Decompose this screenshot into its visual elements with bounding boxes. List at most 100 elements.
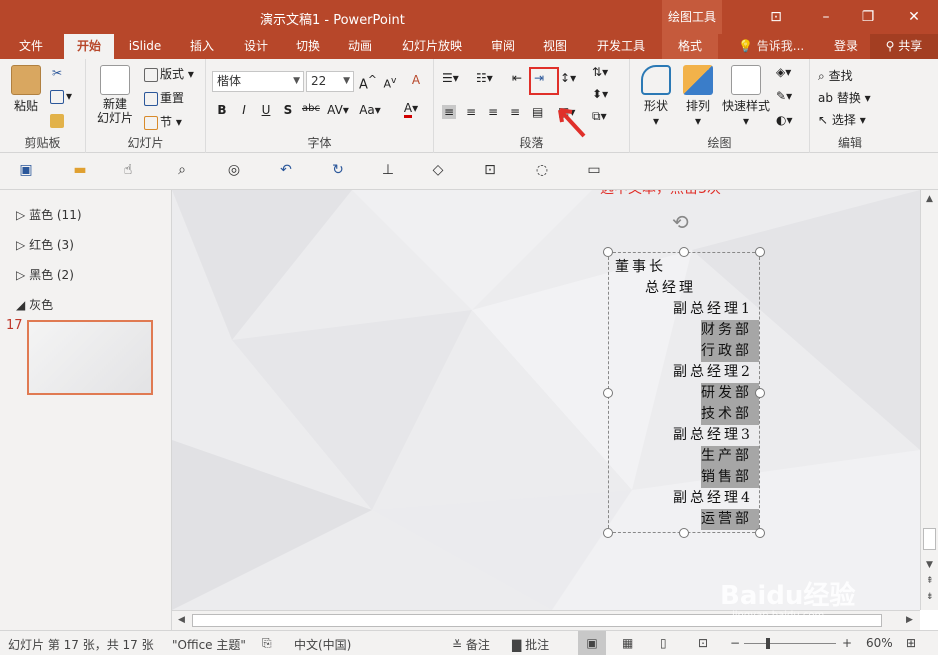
grow-font-button[interactable]: A^	[358, 73, 378, 92]
section-button[interactable]: 节 ▾	[144, 113, 182, 130]
tab-design[interactable]: 设计	[232, 34, 280, 59]
italic-button[interactable]: I	[234, 103, 254, 117]
org-chart-textbox[interactable]: 董事长 总经理 副总经理1 财务部 行政部 副总经理2 研发部 技术部 副总经理…	[608, 252, 760, 533]
tab-view[interactable]: 视图	[532, 34, 578, 59]
vertical-scrollbar[interactable]: ▲ ▼ ⇞ ⇟	[920, 190, 938, 610]
arrange-button[interactable]: 排列 ▾	[678, 65, 718, 128]
accessibility-icon[interactable]: ⎘	[262, 636, 272, 651]
scroll-down-icon[interactable]: ▼	[926, 560, 933, 570]
underline-button[interactable]: U	[256, 103, 276, 117]
resize-handle[interactable]	[755, 388, 765, 398]
normal-view-button[interactable]: ▣	[578, 631, 606, 655]
org-line-selected[interactable]: 行政部	[701, 341, 759, 362]
comments-button[interactable]: ▇ 批注	[512, 636, 549, 653]
tab-slideshow[interactable]: 幻灯片放映	[394, 34, 470, 59]
org-line[interactable]: 副总经理1	[673, 299, 753, 320]
align-right-button[interactable]: ≡	[488, 105, 498, 119]
previous-slide-icon[interactable]: ⇞	[926, 576, 934, 586]
section-blue[interactable]: ▷ 蓝色 (11)	[16, 206, 82, 223]
align-icon[interactable]: ⊥	[378, 162, 398, 182]
clear-formatting-button[interactable]: A	[406, 73, 426, 87]
zoom-slider[interactable]	[744, 643, 836, 644]
align-center-button[interactable]: ≡	[466, 105, 476, 119]
select-button[interactable]: ↖ 选择 ▾	[818, 111, 866, 128]
strikethrough-button[interactable]: abc	[298, 103, 324, 114]
touch-mode-icon[interactable]: ☝	[118, 162, 138, 182]
zoom-level[interactable]: 60%	[866, 636, 893, 650]
slide-thumbnail[interactable]	[27, 320, 153, 395]
tab-animations[interactable]: 动画	[336, 34, 384, 59]
numbering-button[interactable]: ☷▾	[476, 71, 493, 85]
font-color-button[interactable]: A▾	[398, 101, 424, 118]
fit-to-window-icon[interactable]: ⊞	[906, 636, 916, 650]
save-icon[interactable]: ▣	[16, 162, 36, 182]
quick-styles-button[interactable]: 快速样式 ▾	[718, 65, 774, 128]
reading-view-icon[interactable]: ▯	[660, 636, 667, 650]
present-icon[interactable]: ◎	[224, 162, 244, 182]
bullets-button[interactable]: ☰▾	[442, 71, 459, 85]
tab-home[interactable]: 开始	[64, 34, 114, 59]
redo-icon[interactable]: ↻	[328, 162, 348, 182]
slideshow-icon[interactable]: ⊡	[698, 636, 708, 650]
slide-canvas[interactable]: 选中文本，点击3次 ⟲ 董事长 总经理 副总经理1 财务部 行政部 副总经理2 …	[172, 190, 920, 610]
resize-handle[interactable]	[603, 388, 613, 398]
org-line-selected[interactable]: 运营部	[701, 509, 759, 530]
tab-file[interactable]: 文件	[6, 34, 56, 59]
merge-icon[interactable]: ◌	[532, 162, 552, 182]
tab-islide[interactable]: iSlide	[120, 34, 170, 59]
shape-effects-button[interactable]: ◐▾	[776, 113, 793, 127]
resize-handle[interactable]	[603, 247, 613, 257]
resize-handle[interactable]	[679, 528, 689, 538]
shape-icon[interactable]: ◇	[428, 162, 448, 182]
share-button[interactable]: ⚲ 共享	[870, 34, 938, 59]
org-line-selected[interactable]: 生产部	[701, 446, 759, 467]
shapes-button[interactable]: 形状 ▾	[634, 65, 678, 128]
find-button[interactable]: ⌕ 查找	[818, 67, 853, 84]
new-slide-button[interactable]: 新建 幻灯片	[90, 65, 140, 125]
shape-outline-button[interactable]: ✎▾	[776, 89, 792, 103]
org-line[interactable]: 副总经理2	[673, 362, 753, 383]
justify-button[interactable]: ≡	[510, 105, 520, 119]
tab-insert[interactable]: 插入	[178, 34, 226, 59]
decrease-indent-button[interactable]: ⇤	[512, 71, 522, 85]
shape-fill-button[interactable]: ◈▾	[776, 65, 791, 79]
distributed-button[interactable]: ▤	[532, 105, 543, 119]
section-red[interactable]: ▷ 红色 (3)	[16, 236, 74, 253]
character-spacing-button[interactable]: AV▾	[324, 103, 352, 117]
line-spacing-button[interactable]: ↕▾	[560, 71, 576, 85]
picture-icon[interactable]: ▭	[584, 162, 604, 182]
paste-button[interactable]: 粘贴	[6, 65, 46, 114]
org-line-selected[interactable]: 财务部	[701, 320, 759, 341]
group-icon[interactable]: ⊡	[480, 162, 500, 182]
tab-developer[interactable]: 开发工具	[588, 34, 654, 59]
org-line[interactable]: 副总经理3	[673, 425, 753, 446]
next-slide-icon[interactable]: ⇟	[926, 592, 934, 602]
print-preview-icon[interactable]: ⌕	[172, 162, 192, 182]
resize-handle[interactable]	[679, 247, 689, 257]
text-direction-button[interactable]: ⇅▾	[592, 65, 608, 79]
org-line-selected[interactable]: 销售部	[701, 467, 759, 488]
section-black[interactable]: ▷ 黑色 (2)	[16, 266, 74, 283]
resize-handle[interactable]	[603, 528, 613, 538]
undo-icon[interactable]: ↶	[276, 162, 296, 182]
minimize-button[interactable]: –	[806, 0, 846, 34]
scroll-up-icon[interactable]: ▲	[926, 194, 933, 204]
replace-button[interactable]: ab 替换 ▾	[818, 89, 871, 106]
org-line[interactable]: 副总经理4	[673, 488, 753, 509]
zoom-in-button[interactable]: +	[842, 636, 852, 650]
font-size-combo[interactable]: 22 ▼	[306, 71, 354, 92]
section-gray[interactable]: ◢ 灰色	[16, 296, 53, 313]
slide-sorter-icon[interactable]: ▦	[622, 636, 633, 650]
close-button[interactable]: ✕	[894, 0, 934, 34]
tab-transitions[interactable]: 切换	[284, 34, 332, 59]
zoom-slider-thumb[interactable]	[766, 638, 770, 649]
resize-handle[interactable]	[755, 247, 765, 257]
resize-handle[interactable]	[755, 528, 765, 538]
font-name-combo[interactable]: 楷体 ▼	[212, 71, 304, 92]
scroll-thumb[interactable]	[923, 528, 936, 550]
org-line-selected[interactable]: 研发部	[701, 383, 759, 404]
tab-format[interactable]: 格式	[662, 34, 718, 59]
rotate-handle-icon[interactable]: ⟲	[672, 210, 689, 234]
shadow-button[interactable]: S	[278, 103, 298, 117]
shrink-font-button[interactable]: Av	[380, 75, 400, 91]
